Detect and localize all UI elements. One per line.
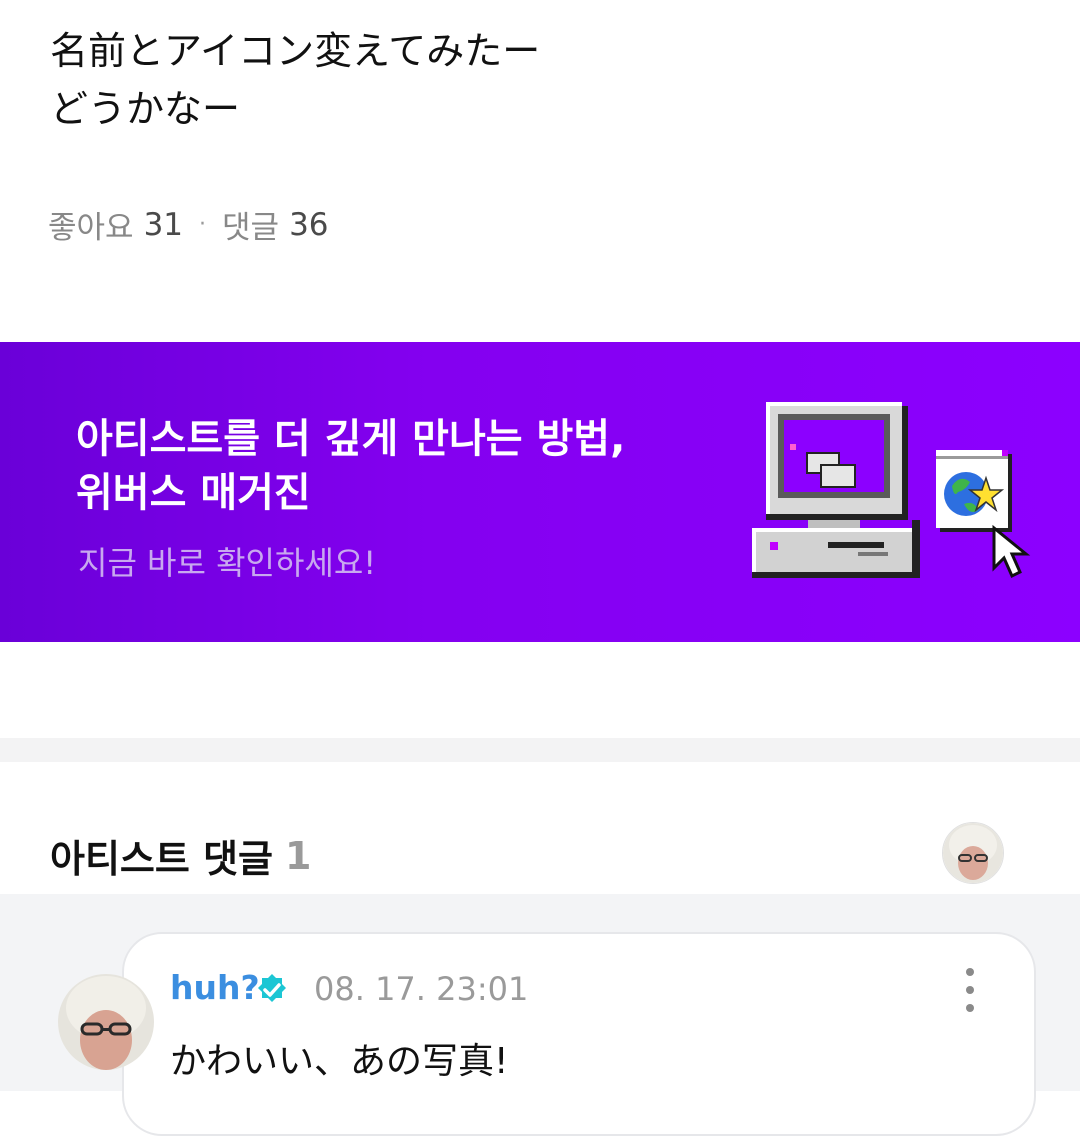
comment-author-name[interactable]: huh?: [170, 968, 260, 1007]
comment-author-avatar[interactable]: [58, 974, 154, 1070]
verified-badge-icon: [258, 974, 286, 1002]
artist-comments-title: 아티스트 댓글: [50, 837, 273, 881]
retro-computer-icon: [752, 402, 920, 578]
comment-timestamp: 08. 17. 23:01: [314, 970, 529, 1008]
likes-label[interactable]: 좋아요: [48, 202, 134, 247]
artist-avatar[interactable]: [942, 822, 1004, 884]
avatar-photo-icon: [58, 974, 154, 1070]
banner-title-line-1: 아티스트를 더 깊게 만나는 방법,: [76, 416, 626, 462]
banner-subtitle: 지금 바로 확인하세요!: [78, 544, 377, 582]
post-body: 名前とアイコン変えてみたー どうかなー: [50, 22, 540, 138]
more-dot: [966, 986, 974, 994]
post-stats: 좋아요 31 · 댓글 36: [48, 202, 329, 247]
likes-count: 31: [143, 206, 184, 243]
more-dot: [966, 1004, 974, 1012]
post-line-2: どうかなー: [50, 87, 241, 131]
more-dot: [966, 968, 974, 976]
comment-text: かわいい、あの写真!: [170, 1041, 509, 1082]
post-line-1: 名前とアイコン変えてみたー: [50, 29, 541, 73]
magazine-banner[interactable]: 아티스트를 더 깊게 만나는 방법, 위버스 매거진 지금 바로 확인하세요!: [0, 342, 1080, 642]
globe-star-icon: [936, 450, 1031, 579]
avatar-photo-icon: [943, 823, 1003, 883]
banner-title: 아티스트를 더 깊게 만나는 방법, 위버스 매거진: [76, 412, 625, 520]
section-divider: [0, 738, 1080, 762]
banner-title-line-2: 위버스 매거진: [76, 470, 311, 516]
artist-comments-count: 1: [285, 833, 312, 878]
artist-comments-heading: 아티스트 댓글 1: [50, 828, 311, 883]
stats-separator: ·: [199, 212, 207, 237]
more-options-icon[interactable]: [958, 968, 982, 1012]
comments-count: 36: [289, 206, 329, 243]
comments-label[interactable]: 댓글: [222, 202, 279, 247]
